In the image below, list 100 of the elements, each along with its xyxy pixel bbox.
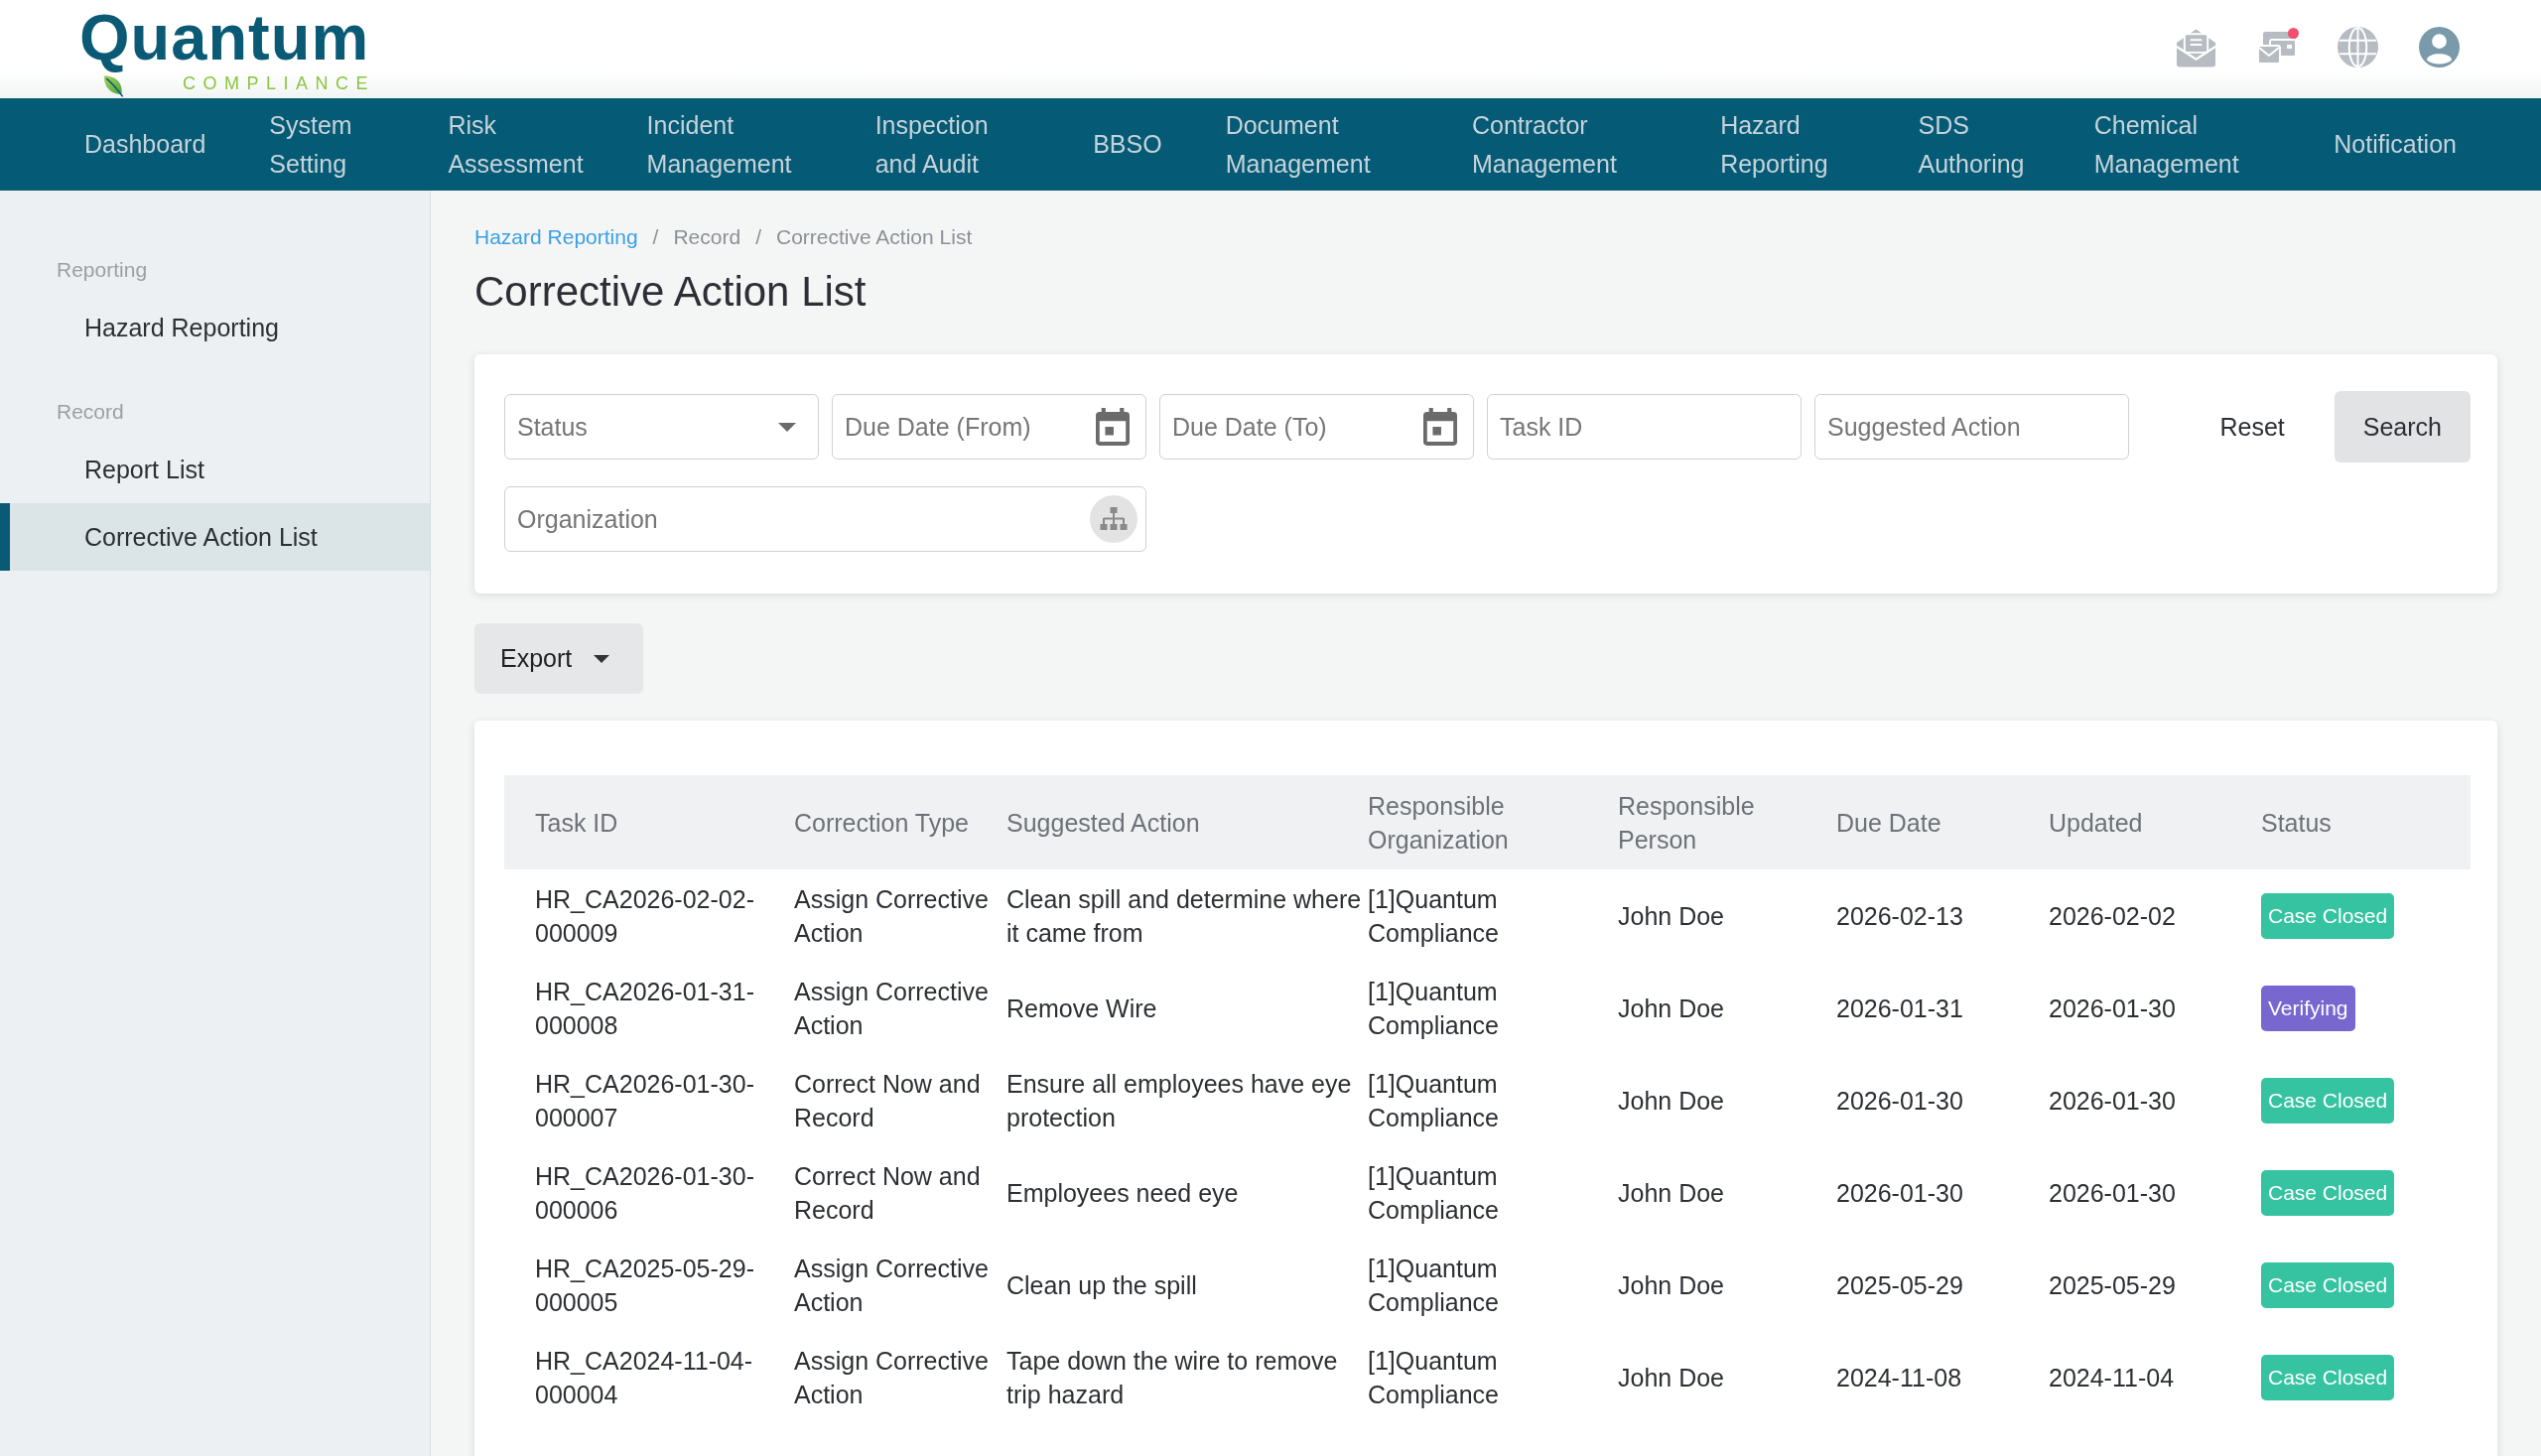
table-cell-text: John Doe [1618,1269,1726,1301]
caret-down-icon [594,654,610,663]
breadcrumb-link[interactable]: Hazard Reporting [474,221,638,253]
table-cell: 2025-05-29 [2049,1239,2261,1331]
nav-item[interactable]: Inspection and Audit [843,105,1062,184]
user-avatar-icon[interactable] [2419,27,2460,67]
table-cell-text: 2026-01-30 [1836,1085,1964,1117]
sidebar-item[interactable]: Corrective Action List [0,503,430,571]
nav-item[interactable]: SDS Authoring [1886,105,2063,184]
table-cell: [1]Quantum Compliance [1368,1054,1618,1146]
table-cell-text: Ensure all employees have eye protection [1006,1068,1353,1133]
table-cell-text: Correct Now and Record [794,1160,982,1226]
status-badge: Verifying [2261,985,2355,1031]
breadcrumb-separator: / [652,224,659,250]
sidebar-section-label: Reporting [56,257,149,283]
column-header: Correction Type [794,775,1006,869]
table-cell-text: HR_CA2026-01-30-000007 [534,1068,755,1133]
table-cell-text: Tape down the wire to remove trip hazard [1006,1345,1339,1410]
export-button[interactable]: Export [474,623,644,694]
org-chart-icon[interactable] [1090,495,1137,543]
table-cell-text: 2024-11-08 [1836,1362,1963,1393]
table-cell: 2026-01-30 [2049,1054,2261,1146]
table-cell-text: HR_CA2026-01-30-000006 [534,1160,755,1226]
text-field[interactable]: Suggested Action [1814,394,2129,460]
table-cell-text: Remove Wire [1006,993,1158,1024]
table-cell: Assign Corrective Action [794,869,1006,962]
breadcrumb-item: Corrective Action List [776,224,973,250]
status-badge: Case Closed [2261,1077,2395,1124]
globe-icon[interactable] [2338,27,2378,67]
breadcrumb-item: Record [673,224,741,250]
column-header: Task ID [504,775,794,869]
organization-field[interactable]: Organization [504,486,1146,552]
nav-item[interactable]: Notification [2302,125,2488,164]
table-cell: 2026-01-30 [2049,962,2261,1054]
table-cell: HR_CA2026-01-31-000008 [504,962,794,1054]
calendar-icon[interactable] [1096,408,1130,446]
page-title: Corrective Action List [474,267,868,317]
calendar-icon[interactable] [1423,408,1457,446]
table-cell-text: John Doe [1618,1177,1726,1209]
logo-wordmark: Quantum [79,10,370,74]
table-cell: John Doe [1618,869,1836,962]
table-cell: Assign Corrective Action [794,1331,1006,1423]
nav-item[interactable]: Risk Assessment [416,105,615,184]
select-field[interactable]: Status [504,394,819,460]
table-cell-text: John Doe [1618,993,1726,1024]
date-field[interactable]: Due Date (To) [1159,394,1474,460]
table-cell: Clean spill and determine where it came from [1006,869,1368,962]
column-header: Updated [2049,775,2261,869]
status-badge: Case Closed [2261,892,2395,939]
table-cell: 2026-02-02 [2049,869,2261,962]
status-badge: Case Closed [2261,1169,2395,1216]
nav-item[interactable]: Dashboard [53,125,238,164]
table-cell: 2026-01-30 [2049,1146,2261,1239]
mail-open-icon[interactable] [2176,27,2216,67]
table-cell: [1]Quantum Compliance [1368,869,1618,962]
date-field[interactable]: Due Date (From) [832,394,1146,460]
nav-item[interactable]: Contractor Management [1439,105,1689,184]
table-cell-text: 2026-01-30 [1836,1177,1964,1209]
envelopes-icon[interactable] [2257,30,2297,65]
nav-item[interactable]: BBSO [1061,125,1194,164]
table-cell: HR_CA2025-05-29-000005 [504,1239,794,1331]
table-cell: HR_CA2026-02-02-000009 [504,869,794,962]
status-badge: Case Closed [2261,1354,2395,1400]
breadcrumb-separator: / [755,224,761,250]
column-header: Due Date [1836,775,2049,869]
table-cell-text: Correct Now and Record [794,1068,982,1133]
table-cell: HR_CA2024-11-04-000004 [504,1331,794,1423]
status-badge: Case Closed [2261,1261,2395,1308]
column-header: Responsible Person [1618,775,1836,869]
table-cell-text: Assign Corrective Action [794,1253,990,1318]
search-button[interactable]: Search [2334,391,2471,463]
nav-item[interactable]: Hazard Reporting [1688,105,1887,184]
table-cell-text: John Doe [1618,1085,1726,1117]
nav-item[interactable]: System Setting [237,105,417,184]
table-cell: 2024-11-04 [2049,1331,2261,1423]
leaf-icon [103,75,124,97]
table-cell-text: John Doe [1618,1362,1726,1393]
table-cell-text: 2026-01-31 [1836,993,1964,1024]
table-cell-text: 2025-05-29 [1836,1269,1964,1301]
table-cell-text: Clean up the spill [1006,1269,1198,1301]
logo-tagline: COMPLIANCE [183,74,376,92]
table-cell: [1]Quantum Compliance [1368,1146,1618,1239]
table-cell: [1]Quantum Compliance [1368,962,1618,1054]
nav-item[interactable]: Incident Management [614,105,844,184]
text-field[interactable]: Task ID [1487,394,1802,460]
sidebar-section-label: Record [56,399,125,425]
sidebar-item[interactable]: Report List [0,436,430,503]
table-cell-text: Assign Corrective Action [794,976,990,1041]
sidebar-item[interactable]: Hazard Reporting [0,294,430,361]
column-header: Responsible Organization [1368,775,1618,869]
table-cell: 2026-02-13 [1836,869,2049,962]
column-header: Suggested Action [1006,775,1368,869]
table-cell: [1]Quantum Compliance [1368,1331,1618,1423]
nav-item[interactable]: Document Management [1193,105,1440,184]
table-cell: [1]Quantum Compliance [1368,1239,1618,1331]
nav-item[interactable]: Chemical Management [2062,105,2303,184]
column-header: Status [2261,775,2471,869]
caret-down-icon [778,422,796,432]
table-cell-text: Employees need eye [1006,1177,1240,1209]
reset-button[interactable]: Reset [2188,391,2317,463]
